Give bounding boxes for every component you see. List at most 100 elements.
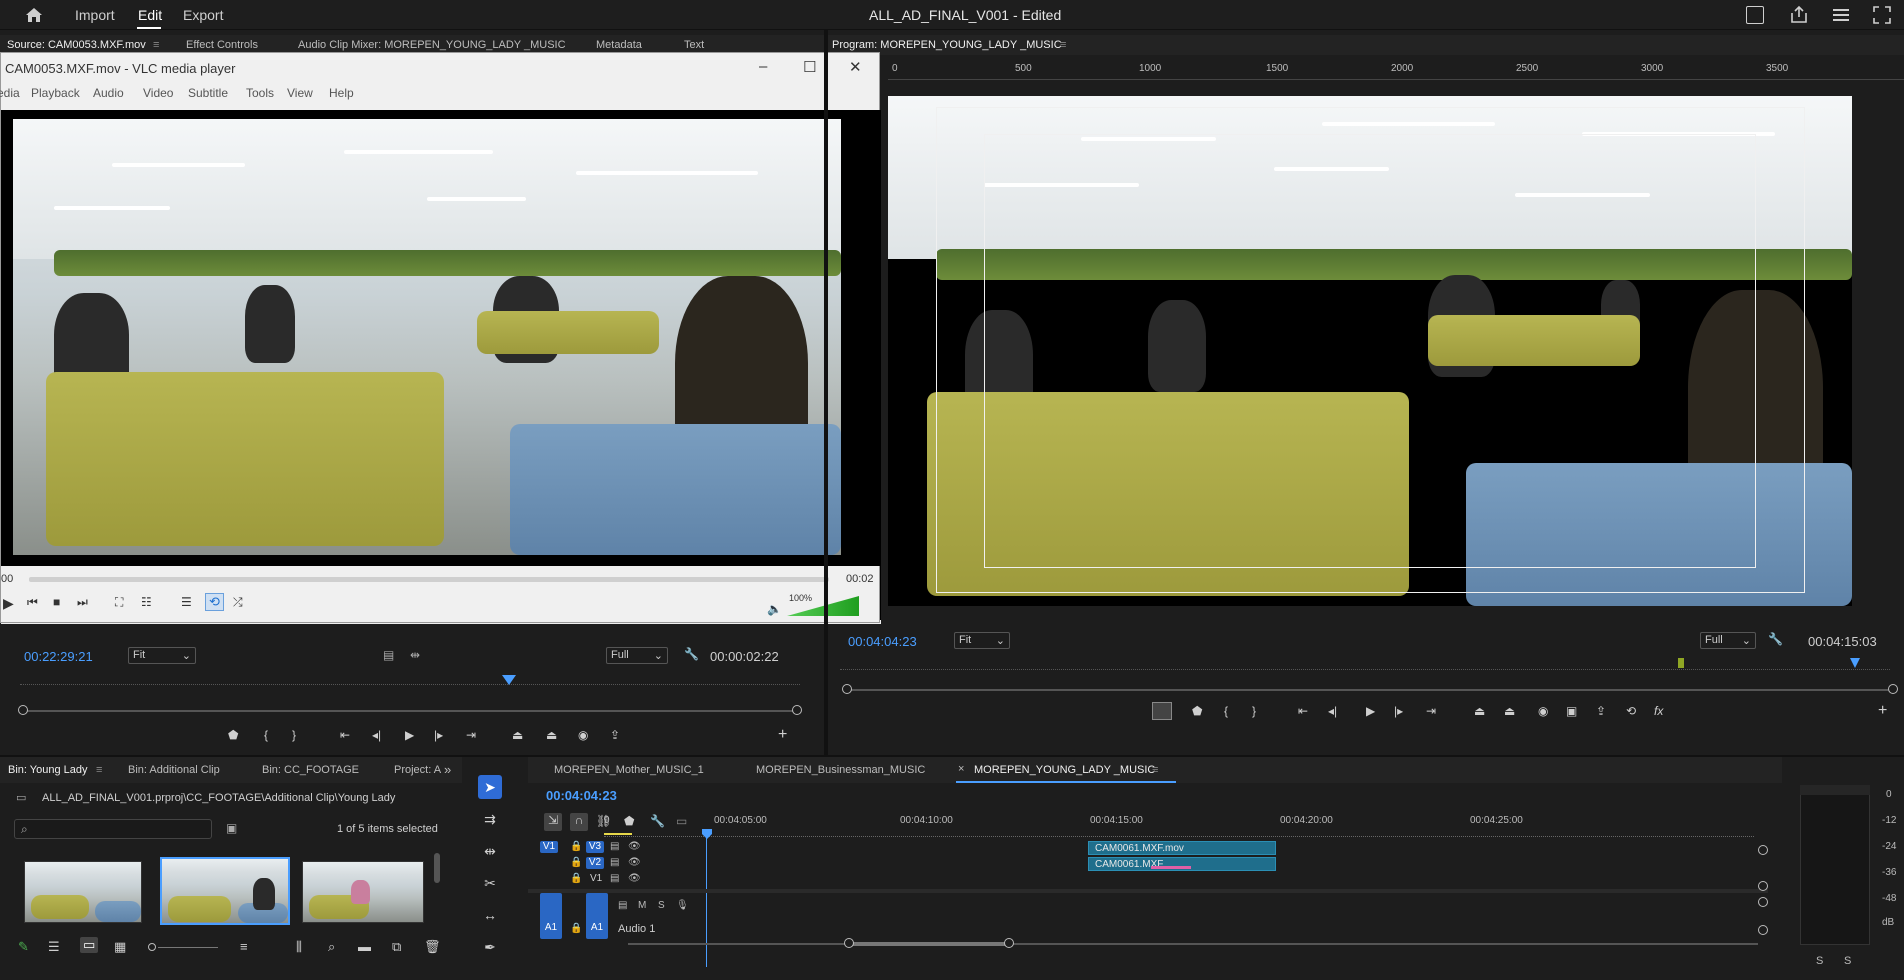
- track-target-v2[interactable]: V2: [586, 857, 604, 869]
- zoom-handle-right[interactable]: [1004, 938, 1014, 948]
- drag-audio-icon[interactable]: ⇹: [410, 648, 420, 662]
- tab-source[interactable]: Source: CAM0053.MXF.mov: [7, 39, 146, 51]
- menu-tools[interactable]: Tools: [246, 86, 274, 100]
- pen-tool-icon[interactable]: ✒: [478, 935, 502, 959]
- vr-video-icon[interactable]: ⟲: [1626, 704, 1636, 718]
- program-fit-dropdown[interactable]: Fit ⌄: [954, 632, 1010, 649]
- mark-in-icon[interactable]: {: [1224, 704, 1228, 718]
- step-forward-icon[interactable]: |▸: [434, 728, 443, 742]
- fx-icon[interactable]: fx: [1654, 704, 1663, 718]
- track-divider[interactable]: [528, 889, 1768, 893]
- vlc-next-icon[interactable]: ⏭: [77, 595, 88, 610]
- automate-to-sequence-icon[interactable]: ⫼: [296, 939, 302, 955]
- track-zoom-handle[interactable]: [1758, 881, 1768, 891]
- tab-sequence-young-lady[interactable]: MOREPEN_YOUNG_LADY _MUSIC: [974, 764, 1155, 776]
- sync-lock-icon[interactable]: ▤: [610, 841, 619, 852]
- play-icon[interactable]: ▶: [405, 728, 414, 742]
- insert-icon[interactable]: ⏏: [512, 728, 523, 742]
- mark-out-icon[interactable]: }: [292, 728, 296, 742]
- tab-bin-cc-footage[interactable]: Bin: CC_FOOTAGE: [262, 764, 359, 776]
- sort-icons-icon[interactable]: ≡: [240, 939, 248, 954]
- add-marker-icon[interactable]: ⬟: [228, 728, 238, 742]
- mark-out-icon[interactable]: }: [1252, 704, 1256, 718]
- eye-icon[interactable]: 👁: [628, 873, 641, 884]
- go-to-in-icon[interactable]: ⇤: [1298, 704, 1308, 718]
- source-quality-dropdown[interactable]: Full ⌄: [606, 647, 668, 664]
- go-to-in-icon[interactable]: ⇤: [340, 728, 350, 742]
- track-zoom-handle[interactable]: [1758, 845, 1768, 855]
- track-zoom-handle[interactable]: [1758, 897, 1768, 907]
- menu-media[interactable]: Media: [0, 86, 20, 100]
- program-time-ruler[interactable]: [840, 662, 1890, 670]
- safe-margins-button[interactable]: [1152, 702, 1172, 720]
- program-timecode[interactable]: 00:04:04:23: [848, 634, 917, 649]
- step-back-icon[interactable]: ◂|: [1328, 704, 1337, 718]
- zoom-handle-left[interactable]: [18, 705, 28, 715]
- button-editor-icon[interactable]: +: [1878, 702, 1887, 720]
- track-target-a1[interactable]: A1: [586, 893, 608, 939]
- vlc-playlist-icon[interactable]: ☰: [181, 595, 192, 609]
- close-icon[interactable]: ✕: [849, 58, 862, 76]
- timeline-ruler[interactable]: 0 00:04:05:00 00:04:10:00 00:04:15:00 00…: [604, 815, 1764, 837]
- tab-audio-clip-mixer[interactable]: Audio Clip Mixer: MOREPEN_YOUNG_LADY _MU…: [298, 39, 566, 51]
- eye-icon[interactable]: 👁: [628, 857, 641, 868]
- mark-in-icon[interactable]: {: [264, 728, 268, 742]
- timeline-timecode[interactable]: 00:04:04:23: [546, 788, 617, 803]
- insert-sequence-nest-icon[interactable]: ⇲: [544, 813, 562, 831]
- pencil-icon[interactable]: ✎: [18, 939, 29, 955]
- vlc-seek-bar[interactable]: [29, 577, 829, 582]
- tab-effect-controls[interactable]: Effect Controls: [186, 39, 258, 51]
- menu-audio[interactable]: Audio: [93, 86, 124, 100]
- proxy-toggle-icon[interactable]: ⇪: [1596, 704, 1606, 718]
- track-target-v3[interactable]: V3: [586, 841, 604, 853]
- home-icon[interactable]: [24, 5, 44, 25]
- proxy-toggle-icon[interactable]: ⇪: [610, 728, 620, 742]
- extract-icon[interactable]: ⏏: [1504, 704, 1515, 718]
- close-sequence-icon[interactable]: ×: [958, 763, 964, 775]
- solo-left-button[interactable]: S: [1816, 955, 1823, 967]
- edit-tab[interactable]: Edit: [138, 7, 162, 23]
- new-bin-icon[interactable]: ▬: [358, 939, 371, 954]
- slip-tool-icon[interactable]: ↔: [478, 903, 502, 927]
- bin-scrollbar[interactable]: [434, 853, 440, 883]
- lock-icon[interactable]: 🔒: [570, 923, 582, 934]
- go-to-out-icon[interactable]: ⇥: [1426, 704, 1436, 718]
- timeline-zoom-bar[interactable]: [628, 943, 1758, 945]
- source-patch-a1[interactable]: A1: [540, 893, 562, 939]
- source-patch-v1[interactable]: V1: [540, 841, 558, 853]
- menu-playback[interactable]: Playback: [31, 86, 80, 100]
- source-timecode[interactable]: 00:22:29:21: [24, 649, 93, 664]
- snap-icon[interactable]: ∩: [570, 813, 588, 831]
- vlc-play-icon[interactable]: ▶: [3, 595, 14, 612]
- tab-program[interactable]: Program: MOREPEN_YOUNG_LADY _MUSIC: [832, 39, 1062, 51]
- zoom-slider-knob[interactable]: [148, 943, 156, 951]
- solo-button[interactable]: S: [658, 900, 665, 911]
- voice-over-record-icon[interactable]: 🎙: [676, 900, 689, 911]
- menu-video[interactable]: Video: [143, 86, 173, 100]
- minimize-icon[interactable]: –: [759, 58, 767, 75]
- mute-button[interactable]: M: [638, 900, 646, 911]
- quick-export-icon[interactable]: [1746, 6, 1764, 24]
- fullscreen-icon[interactable]: [1873, 6, 1891, 24]
- zoom-handle-left[interactable]: [842, 684, 852, 694]
- add-marker-icon[interactable]: ⬟: [1192, 704, 1202, 718]
- tab-bin-additional-clip[interactable]: Bin: Additional Clip: [128, 764, 220, 776]
- vlc-previous-icon[interactable]: ⏮: [27, 595, 38, 610]
- tab-text[interactable]: Text: [684, 39, 704, 51]
- timeline-tab-menu-icon[interactable]: ≡: [1152, 764, 1158, 776]
- razor-tool-icon[interactable]: ✂: [478, 871, 502, 895]
- go-to-out-icon[interactable]: ⇥: [466, 728, 476, 742]
- vlc-extended-settings-icon[interactable]: ☷: [141, 595, 152, 609]
- timeline-zoom-thumb[interactable]: [848, 942, 1008, 946]
- freeform-view-icon[interactable]: ▦: [114, 939, 126, 955]
- bin-clip-thumbnail[interactable]: [302, 861, 424, 923]
- find-icon[interactable]: ⌕: [328, 939, 335, 955]
- tab-sequence-mother[interactable]: MOREPEN_Mother_MUSIC_1: [554, 764, 704, 776]
- export-tab[interactable]: Export: [183, 7, 223, 23]
- bin-search-input[interactable]: ⌕: [14, 819, 212, 839]
- program-zoom-bar[interactable]: [848, 689, 1888, 691]
- export-frame-icon[interactable]: ◉: [1538, 704, 1548, 718]
- tab-metadata[interactable]: Metadata: [596, 39, 642, 51]
- track-select-tool-icon[interactable]: ⇉: [478, 807, 502, 831]
- sync-lock-icon[interactable]: ▤: [618, 900, 627, 911]
